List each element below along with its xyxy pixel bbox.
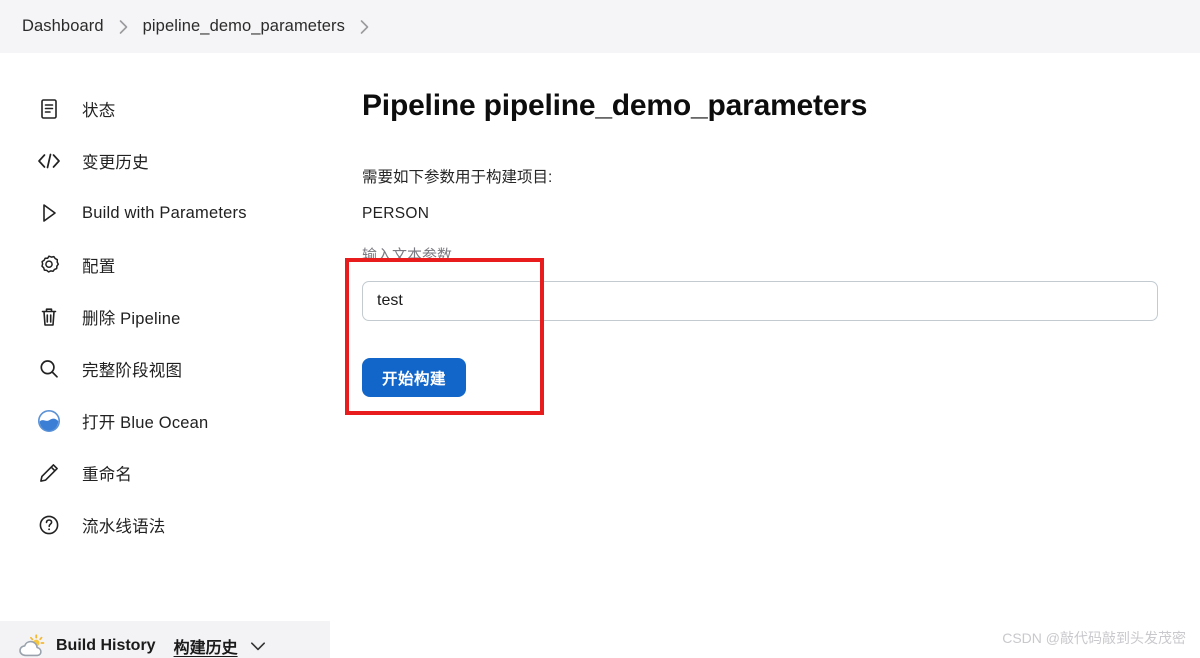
parameter-description: 输入文本参数 [362,247,453,264]
sidebar-nav: 状态 变更历史 Build with Parameters 配置 删除 Pipe… [0,53,330,551]
sidebar: 状态 变更历史 Build with Parameters 配置 删除 Pipe… [0,53,330,658]
breadcrumb-bar: Dashboard pipeline_demo_parameters [0,0,1200,53]
sidebar-item-label: Build with Parameters [82,203,247,222]
sidebar-item-status[interactable]: 状态 [0,83,330,135]
build-history-header[interactable]: Build History 构建历史 [0,621,330,658]
sidebar-item-label: 状态 [82,102,116,120]
breadcrumb-item-pipeline[interactable]: pipeline_demo_parameters [143,17,345,36]
parameter-text-input[interactable] [362,281,1158,321]
blue-ocean-icon [34,406,64,436]
sidebar-item-label: 删除 Pipeline [82,310,181,328]
search-icon [34,354,64,384]
sidebar-item-changes[interactable]: 变更历史 [0,135,330,187]
chevron-right-icon-2[interactable] [359,19,370,35]
sidebar-item-open-blue-ocean[interactable]: 打开 Blue Ocean [0,395,330,447]
app-root: Dashboard pipeline_demo_parameters 状态 变更… [0,0,1200,658]
sidebar-item-label: 变更历史 [82,154,149,172]
code-icon [34,146,64,176]
sidebar-item-rename[interactable]: 重命名 [0,447,330,499]
sidebar-item-full-stage-view[interactable]: 完整阶段视图 [0,343,330,395]
sidebar-item-configure[interactable]: 配置 [0,239,330,291]
start-build-button[interactable]: 开始构建 [362,358,467,397]
watermark-text: CSDN @敲代码敲到头发茂密 [1002,630,1186,646]
sidebar-item-pipeline-syntax[interactable]: 流水线语法 [0,499,330,551]
breadcrumb-item-dashboard[interactable]: Dashboard [22,17,104,36]
sidebar-item-label: 重命名 [82,466,133,484]
chevron-down-icon[interactable] [250,641,266,652]
sidebar-item-label: 打开 Blue Ocean [82,414,209,432]
gear-icon [34,250,64,280]
sidebar-item-label: 流水线语法 [82,518,166,536]
pencil-icon [34,458,64,488]
sidebar-item-label: 完整阶段视图 [82,362,183,380]
main-content: Pipeline pipeline_demo_parameters 需要如下参数… [330,53,1200,658]
document-icon [34,94,64,124]
parameters-intro-text: 需要如下参数用于构建项目: [362,169,553,186]
parameter-name-label: PERSON [362,205,430,222]
build-history-title: Build History [56,637,156,654]
build-history-title-cn[interactable]: 构建历史 [174,634,238,658]
question-circle-icon [34,510,64,540]
page-title: Pipeline pipeline_demo_parameters [362,89,868,122]
chevron-right-icon [118,19,129,35]
sidebar-item-label: 配置 [82,258,116,276]
trash-icon [34,302,64,332]
weather-sun-cloud-icon [14,633,50,658]
sidebar-item-build-with-parameters[interactable]: Build with Parameters [0,187,330,239]
sidebar-item-delete-pipeline[interactable]: 删除 Pipeline [0,291,330,343]
play-triangle-icon [34,198,64,228]
